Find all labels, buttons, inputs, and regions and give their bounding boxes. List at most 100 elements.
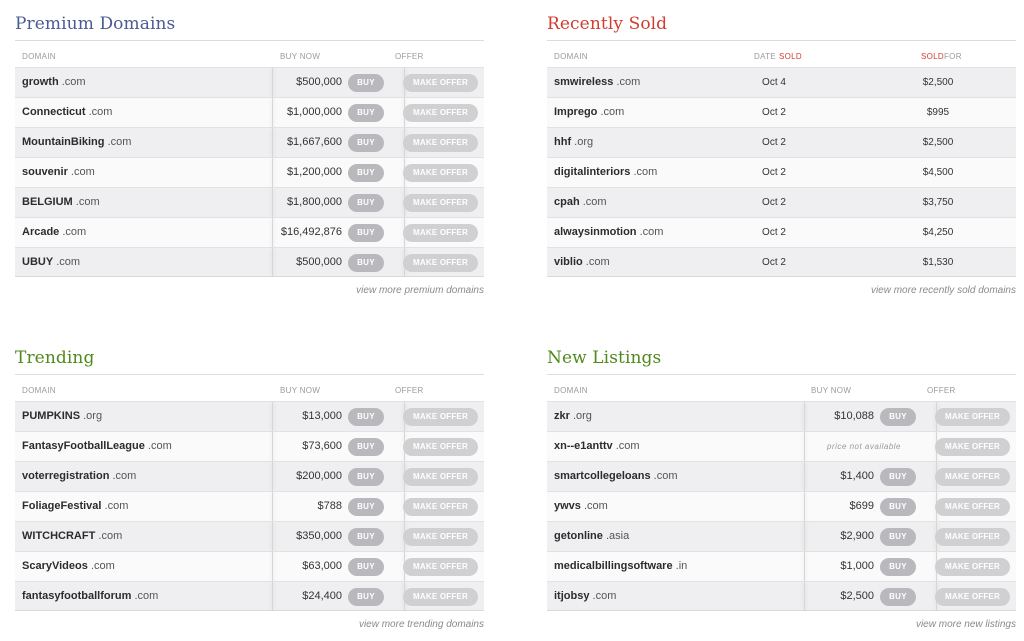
buy-button[interactable]: BUY <box>880 498 916 516</box>
buy-button[interactable]: BUY <box>348 74 384 92</box>
table-row: Arcade .com $16,492,876 BUY MAKE OFFER <box>15 217 484 247</box>
domain-name[interactable]: smwireless .com <box>554 68 640 97</box>
domain-name[interactable]: FoliageFestival .com <box>22 492 128 521</box>
make-offer-button[interactable]: MAKE OFFER <box>935 438 1010 456</box>
make-offer-button[interactable]: MAKE OFFER <box>403 254 478 272</box>
buy-button[interactable]: BUY <box>880 408 916 426</box>
make-offer-button[interactable]: MAKE OFFER <box>403 104 478 122</box>
domain-name[interactable]: medicalbillingsoftware .in <box>554 552 687 581</box>
make-offer-button[interactable]: MAKE OFFER <box>403 74 478 92</box>
panel-title: New Listings <box>547 348 662 368</box>
make-offer-button[interactable]: MAKE OFFER <box>403 468 478 486</box>
make-offer-button[interactable]: MAKE OFFER <box>935 528 1010 546</box>
buy-button[interactable]: BUY <box>348 164 384 182</box>
domain-label: BELGIUM <box>22 196 73 208</box>
make-offer-button[interactable]: MAKE OFFER <box>935 498 1010 516</box>
buy-now-price: $10,088 <box>834 410 874 422</box>
domain-name[interactable]: ScaryVideos .com <box>22 552 115 581</box>
new-listings-panel: New Listings DOMAIN BUY NOW OFFER zkr .o… <box>547 344 1016 630</box>
buy-button[interactable]: BUY <box>348 438 384 456</box>
buy-button[interactable]: BUY <box>348 558 384 576</box>
sold-date: Oct 2 <box>762 257 786 268</box>
domain-tld: .com <box>147 440 172 452</box>
domain-name[interactable]: PUMPKINS .org <box>22 402 102 431</box>
domain-name[interactable]: Connecticut .com <box>22 98 112 127</box>
make-offer-button[interactable]: MAKE OFFER <box>403 408 478 426</box>
table-row: Connecticut .com $1,000,000 BUY MAKE OFFER <box>15 97 484 127</box>
panel-title: Premium Domains <box>15 14 176 34</box>
domain-name[interactable]: digitalinteriors .com <box>554 158 657 187</box>
domain-name[interactable]: Arcade .com <box>22 218 86 247</box>
make-offer-button[interactable]: MAKE OFFER <box>935 468 1010 486</box>
buy-button[interactable]: BUY <box>348 134 384 152</box>
table-row: FoliageFestival .com $788 BUY MAKE OFFER <box>15 491 484 521</box>
buy-button[interactable]: BUY <box>880 588 916 606</box>
domain-name[interactable]: smartcollegeloans .com <box>554 462 678 491</box>
domain-label: viblio <box>554 256 583 268</box>
domain-tld: .com <box>615 440 640 452</box>
buy-button[interactable]: BUY <box>348 194 384 212</box>
view-more-premium-link[interactable]: view more premium domains <box>356 285 484 296</box>
view-more-sold-link[interactable]: view more recently sold domains <box>871 285 1016 296</box>
domain-name[interactable]: xn--e1anttv .com <box>554 432 640 461</box>
domain-name[interactable]: UBUY .com <box>22 248 80 277</box>
domain-name[interactable]: zkr .org <box>554 402 592 431</box>
buy-button[interactable]: BUY <box>880 558 916 576</box>
domain-name[interactable]: fantasyfootballforum .com <box>22 582 158 611</box>
make-offer-button[interactable]: MAKE OFFER <box>935 588 1010 606</box>
domain-label: ScaryVideos <box>22 560 88 572</box>
make-offer-button[interactable]: MAKE OFFER <box>403 194 478 212</box>
domain-name[interactable]: MountainBiking .com <box>22 128 131 157</box>
sold-date: Oct 2 <box>762 137 786 148</box>
table-row: cpah .com Oct 2 $3,750 <box>547 187 1016 217</box>
domain-name[interactable]: viblio .com <box>554 248 610 277</box>
make-offer-button[interactable]: MAKE OFFER <box>403 164 478 182</box>
make-offer-button[interactable]: MAKE OFFER <box>403 134 478 152</box>
buy-button[interactable]: BUY <box>880 468 916 486</box>
buy-button[interactable]: BUY <box>348 588 384 606</box>
make-offer-button[interactable]: MAKE OFFER <box>403 588 478 606</box>
buy-button[interactable]: BUY <box>348 254 384 272</box>
table-row: medicalbillingsoftware .in $1,000 BUY MAKE … <box>547 551 1016 581</box>
make-offer-button[interactable]: MAKE OFFER <box>403 528 478 546</box>
sold-date: Oct 2 <box>762 197 786 208</box>
domain-name[interactable]: voterregistration .com <box>22 462 136 491</box>
domain-name[interactable]: FantasyFootballLeague .com <box>22 432 172 461</box>
domain-name[interactable]: WITCHCRAFT .com <box>22 522 122 551</box>
make-offer-button[interactable]: MAKE OFFER <box>403 498 478 516</box>
sold-price: $3,750 <box>922 197 954 208</box>
buy-button[interactable]: BUY <box>348 468 384 486</box>
header-domain: DOMAIN <box>22 52 56 61</box>
buy-now-price: $1,000,000 <box>286 106 342 118</box>
domain-tld: .org <box>572 410 592 422</box>
domain-label: FoliageFestival <box>22 500 102 512</box>
buy-button[interactable]: BUY <box>880 528 916 546</box>
header-offer: OFFER <box>927 386 956 395</box>
domain-name[interactable]: itjobsy .com <box>554 582 616 611</box>
header-offer: OFFER <box>395 386 424 395</box>
domain-name[interactable]: BELGIUM .com <box>22 188 100 217</box>
make-offer-button[interactable]: MAKE OFFER <box>403 558 478 576</box>
make-offer-button[interactable]: MAKE OFFER <box>935 558 1010 576</box>
domain-name[interactable]: getonline .asia <box>554 522 629 551</box>
domain-name[interactable]: hhf .org <box>554 128 593 157</box>
table-row: UBUY .com $500,000 BUY MAKE OFFER <box>15 247 484 277</box>
domain-name[interactable]: cpah .com <box>554 188 607 217</box>
domain-name[interactable]: souvenir .com <box>22 158 95 187</box>
table-header: DOMAIN BUY NOW OFFER <box>15 41 484 67</box>
domain-name[interactable]: ywvs .com <box>554 492 608 521</box>
view-more-new-listings-link[interactable]: view more new listings <box>916 619 1016 630</box>
view-more-trending-link[interactable]: view more trending domains <box>359 619 484 630</box>
domain-name[interactable]: alwaysinmotion .com <box>554 218 663 247</box>
domain-tld: .com <box>98 530 123 542</box>
make-offer-button[interactable]: MAKE OFFER <box>403 438 478 456</box>
make-offer-button[interactable]: MAKE OFFER <box>403 224 478 242</box>
make-offer-button[interactable]: MAKE OFFER <box>935 408 1010 426</box>
buy-button[interactable]: BUY <box>348 528 384 546</box>
buy-button[interactable]: BUY <box>348 498 384 516</box>
domain-name[interactable]: Imprego .com <box>554 98 624 127</box>
buy-button[interactable]: BUY <box>348 224 384 242</box>
domain-name[interactable]: growth .com <box>22 68 86 97</box>
buy-button[interactable]: BUY <box>348 104 384 122</box>
buy-button[interactable]: BUY <box>348 408 384 426</box>
